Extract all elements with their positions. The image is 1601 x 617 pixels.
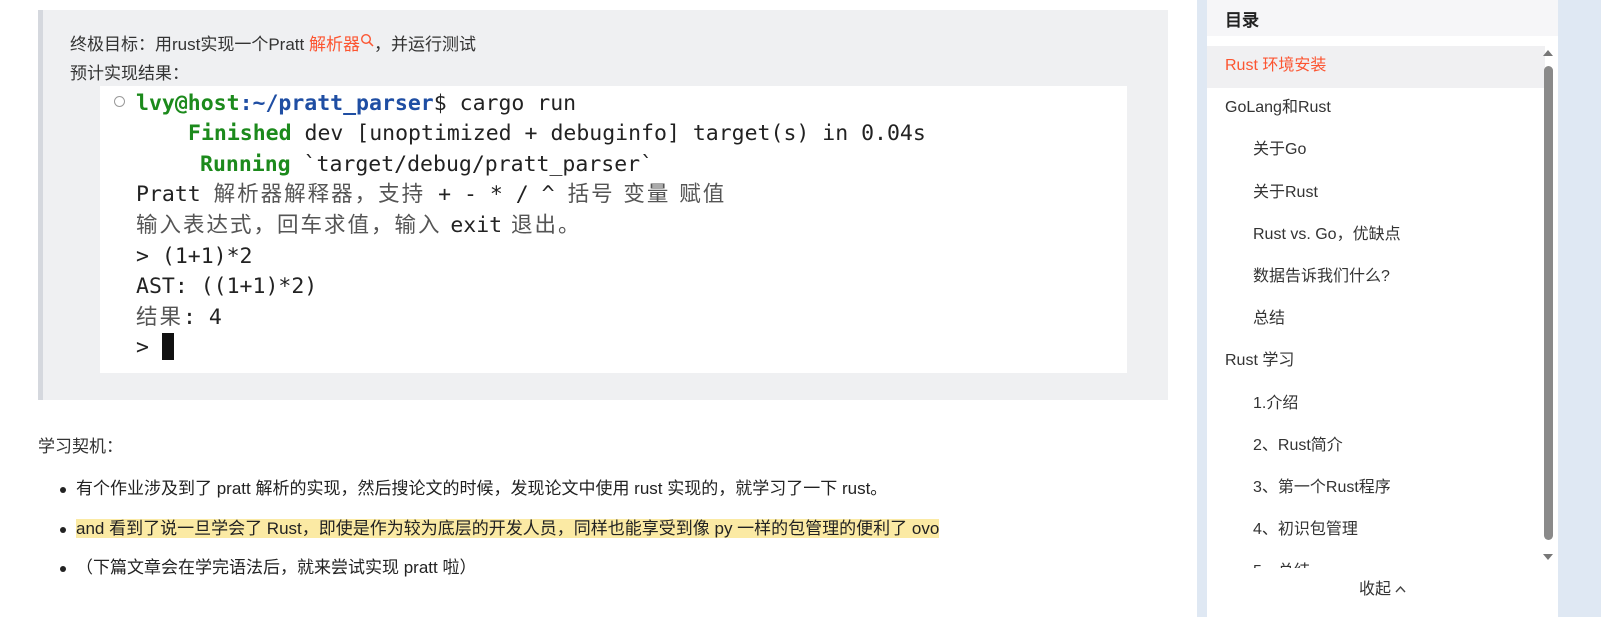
circle-icon — [114, 96, 125, 107]
terminal-finished-line: Finished dev [unoptimized + debuginfo] t… — [188, 121, 926, 146]
blockquote: 终极目标：用rust实现一个Pratt 解析器 ，并运行测试 预计实现结果： lv… — [38, 10, 1168, 400]
toc-item[interactable]: Rust 环境安装 — [1207, 46, 1545, 89]
toc-item[interactable]: 关于Rust — [1207, 173, 1545, 215]
chevron-up-icon — [1395, 585, 1406, 593]
scroll-down-arrow-icon[interactable] — [1543, 554, 1553, 560]
terminal-result-line: 结果: 4 — [136, 305, 222, 330]
collapse-label: 收起 — [1358, 581, 1391, 598]
bullet-list: 有个作业涉及到了 pratt 解析的实现，然后搜论文的时候，发现论文中使用 ru… — [58, 472, 940, 591]
article-content: 终极目标：用rust实现一个Pratt 解析器 ，并运行测试 预计实现结果： lv… — [0, 0, 1197, 617]
table-of-contents: 目录 Rust 环境安装 GoLang和Rust 关于Go 关于Rust Rust vs… — [1207, 0, 1558, 617]
scroll-up-arrow-icon[interactable] — [1543, 50, 1553, 56]
parser-keyword-link[interactable]: 解析器 — [308, 33, 374, 54]
toc-item[interactable]: 关于Go — [1207, 130, 1545, 172]
terminal-ast-line: AST: ((1+1)*2) — [136, 274, 318, 299]
toc-item[interactable]: 总结 — [1207, 299, 1545, 341]
terminal-banner-line: Pratt 解析器解释器，支持 + - * / ^ 括号 变量 赋值 — [136, 182, 727, 207]
goal-prefix: 终极目标：用rust实现一个Pratt — [70, 35, 309, 54]
highlighted-text: and 看到了说一旦学会了 Rust，即使是作为较为底层的开发人员，同样也能享受… — [76, 518, 940, 538]
terminal-screenshot: lvy@host:~/pratt_parser$ cargo run Finis… — [100, 86, 1127, 373]
toc-item[interactable]: 4、初识包管理 — [1207, 510, 1545, 552]
toc-item[interactable]: 5、总结 — [1207, 552, 1545, 568]
toc-list[interactable]: Rust 环境安装 GoLang和Rust 关于Go 关于Rust Rust vs. G… — [1207, 46, 1545, 568]
toc-item[interactable]: Rust vs. Go，优缺点 — [1207, 215, 1545, 257]
toc-item[interactable]: Rust 学习 — [1207, 341, 1545, 383]
terminal-input-line: > (1+1)*2 — [136, 244, 253, 269]
cursor-block — [161, 333, 174, 360]
terminal-running-line: Running `target/debug/pratt_parser` — [200, 152, 654, 177]
toc-scrollbar[interactable] — [1540, 44, 1556, 570]
search-icon — [360, 33, 374, 47]
parser-link-label: 解析器 — [308, 35, 360, 54]
toc-item[interactable]: 2、Rust简介 — [1207, 426, 1545, 468]
toc-item[interactable]: 数据告诉我们什么? — [1207, 257, 1545, 299]
toc-item[interactable]: GoLang和Rust — [1207, 88, 1545, 130]
goal-line: 终极目标：用rust实现一个Pratt 解析器 ，并运行测试 — [70, 30, 476, 55]
expected-result-label: 预计实现结果： — [70, 64, 189, 83]
terminal-hint-line: 输入表达式，回车求值，输入 exit 退出。 — [136, 213, 582, 238]
collapse-toc-button[interactable]: 收起 — [1207, 570, 1558, 610]
goal-suffix: ，并运行测试 — [373, 35, 476, 54]
toc-item[interactable]: 3、第一个Rust程序 — [1207, 468, 1545, 510]
list-item: （下篇文章会在学完语法后，就来尝试实现 pratt 啦） — [58, 551, 939, 591]
terminal-command-line: lvy@host:~/pratt_parser$ cargo run — [136, 91, 577, 116]
scroll-thumb[interactable] — [1544, 66, 1553, 540]
terminal-prompt-line: > — [136, 333, 174, 363]
page-background — [1562, 0, 1601, 617]
section-label: 学习契机： — [38, 437, 123, 456]
toc-title: 目录 — [1207, 0, 1558, 36]
toc-item[interactable]: 1.介绍 — [1207, 384, 1545, 426]
list-item: 有个作业涉及到了 pratt 解析的实现，然后搜论文的时候，发现论文中使用 ru… — [58, 472, 939, 512]
list-item: and 看到了说一旦学会了 Rust，即使是作为较为底层的开发人员，同样也能享受… — [58, 512, 940, 552]
